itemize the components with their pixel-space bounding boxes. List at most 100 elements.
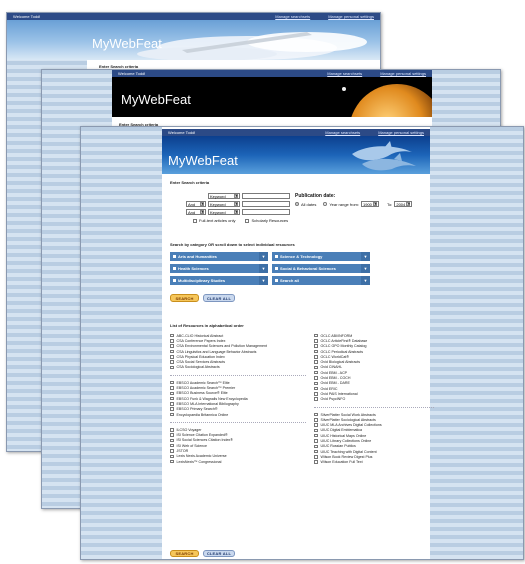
manage-settings-link[interactable]: Manage personal settings bbox=[328, 13, 374, 20]
resource-checkbox[interactable] bbox=[170, 407, 174, 411]
search-button[interactable]: SEARCH bbox=[170, 294, 199, 302]
resource-label: EBSCO Academic Search™ Premier bbox=[176, 386, 236, 391]
brand-logo[interactable]: MyWebFeat bbox=[168, 153, 238, 168]
chevron-down-icon[interactable]: ▼ bbox=[361, 264, 370, 273]
clear-all-button[interactable]: CLEAR ALL bbox=[203, 294, 235, 302]
manage-settings-link[interactable]: Manage personal settings bbox=[380, 70, 426, 77]
resource-checkbox[interactable] bbox=[314, 333, 318, 338]
year-from-select[interactable]: 1900 ▼ bbox=[361, 201, 379, 207]
category-health-sciences[interactable]: Health Sciences ▼ bbox=[170, 264, 268, 273]
resource-label: CSA Conference Papers Index bbox=[176, 338, 226, 343]
resource-label: Wilson Education Full Text bbox=[320, 460, 363, 465]
resource-checkbox[interactable] bbox=[170, 386, 174, 390]
brand-logo[interactable]: MyWebFeat bbox=[92, 36, 162, 51]
resource-checkbox[interactable] bbox=[170, 402, 174, 406]
resource-item[interactable]: Wilson Education Full Text bbox=[314, 460, 434, 465]
resource-checkbox[interactable] bbox=[170, 433, 174, 437]
manage-settings-link[interactable]: Manage personal settings bbox=[378, 129, 424, 136]
boolean-select-2[interactable]: And ▼ bbox=[186, 201, 206, 207]
category-social-behavioral[interactable]: Social & Behavioral Sciences ▼ bbox=[272, 264, 370, 273]
all-dates-radio[interactable] bbox=[295, 202, 299, 206]
resource-checkbox[interactable] bbox=[314, 428, 318, 433]
search-button-bottom[interactable]: SEARCH bbox=[170, 550, 199, 557]
category-science-technology[interactable]: Science & Technology ▼ bbox=[272, 252, 370, 261]
manage-searchsets-link[interactable]: Manage searchsets bbox=[325, 129, 360, 136]
manage-searchsets-link[interactable]: Manage searchsets bbox=[327, 70, 362, 77]
chevron-down-icon: ▼ bbox=[200, 202, 204, 206]
year-to-select[interactable]: 2004 ▼ bbox=[394, 201, 413, 207]
field-select-3[interactable]: Keyword ▼ bbox=[208, 209, 240, 215]
year-range-radio[interactable] bbox=[323, 202, 328, 206]
resource-checkbox[interactable] bbox=[170, 333, 174, 338]
welcome-text: Welcome Todd! bbox=[13, 14, 41, 19]
resource-checkbox[interactable] bbox=[170, 380, 174, 385]
category-multidisciplinary[interactable]: Multidisciplinary Studies ▼ bbox=[170, 276, 268, 285]
resource-checkbox[interactable] bbox=[170, 428, 174, 432]
resource-checkbox[interactable] bbox=[170, 349, 174, 354]
clear-all-button-bottom[interactable]: CLEAR ALL bbox=[203, 550, 235, 557]
search-input-1[interactable] bbox=[242, 193, 290, 199]
resource-item[interactable]: LexisNexis™ Congressional bbox=[170, 459, 306, 464]
resource-checkbox[interactable] bbox=[314, 433, 318, 438]
chevron-down-icon[interactable]: ▼ bbox=[259, 276, 268, 285]
resource-checkbox[interactable] bbox=[170, 365, 174, 370]
resource-checkbox[interactable] bbox=[314, 455, 318, 459]
resource-column-right: OCLC ABI/INFORM OCLC ArticleFirst® Databa… bbox=[314, 333, 434, 465]
brand-logo[interactable]: MyWebFeat bbox=[121, 92, 191, 107]
resource-checkbox[interactable] bbox=[314, 412, 318, 417]
resource-checkbox[interactable] bbox=[170, 438, 174, 443]
resource-checkbox[interactable] bbox=[170, 339, 174, 343]
resource-checkbox[interactable] bbox=[314, 386, 318, 391]
resource-checkbox[interactable] bbox=[314, 460, 318, 464]
resource-checkbox[interactable] bbox=[170, 344, 174, 348]
resource-checkbox[interactable] bbox=[170, 412, 174, 417]
resource-checkbox[interactable] bbox=[314, 392, 318, 396]
resource-checkbox[interactable] bbox=[314, 370, 318, 375]
resource-checkbox[interactable] bbox=[314, 418, 318, 422]
group-divider bbox=[170, 370, 306, 377]
resource-checkbox[interactable] bbox=[314, 381, 318, 386]
year-range-label: Year range from: bbox=[329, 201, 359, 207]
manage-searchsets-link[interactable]: Manage searchsets bbox=[275, 13, 310, 20]
resource-label: LexisNexis™ Congressional bbox=[176, 459, 222, 464]
resource-checkbox[interactable] bbox=[314, 439, 318, 443]
field-select-2[interactable]: Keyword ▼ bbox=[208, 201, 240, 207]
top-bar: Welcome Todd! Manage searchsets Manage p… bbox=[112, 70, 432, 77]
field-select-1[interactable]: Keyword ▼ bbox=[208, 193, 240, 199]
resource-checkbox[interactable] bbox=[170, 454, 174, 459]
resource-checkbox[interactable] bbox=[314, 360, 318, 364]
resource-checkbox[interactable] bbox=[170, 459, 174, 464]
search-input-3[interactable] bbox=[242, 209, 290, 215]
resource-checkbox[interactable] bbox=[170, 396, 174, 401]
resource-checkbox[interactable] bbox=[314, 355, 318, 359]
resource-label: Ovid EBM - ACP bbox=[320, 370, 348, 375]
resource-checkbox[interactable] bbox=[314, 349, 318, 354]
square-icon bbox=[173, 279, 176, 282]
resource-checkbox[interactable] bbox=[170, 360, 174, 364]
resource-checkbox[interactable] bbox=[314, 344, 318, 348]
chevron-down-icon[interactable]: ▼ bbox=[361, 252, 370, 261]
fulltext-checkbox[interactable] bbox=[193, 218, 197, 223]
resource-checkbox[interactable] bbox=[314, 397, 318, 401]
resource-label: Ovid EBM - COCH bbox=[320, 376, 351, 381]
chevron-down-icon[interactable]: ▼ bbox=[361, 276, 370, 285]
resource-checkbox[interactable] bbox=[170, 443, 174, 448]
boolean-select-3[interactable]: And ▼ bbox=[186, 209, 206, 215]
resource-checkbox[interactable] bbox=[170, 449, 174, 453]
resource-checkbox[interactable] bbox=[314, 339, 318, 343]
resource-checkbox[interactable] bbox=[314, 444, 318, 449]
resource-checkbox[interactable] bbox=[314, 376, 318, 380]
resource-checkbox[interactable] bbox=[170, 355, 174, 359]
resource-checkbox[interactable] bbox=[314, 449, 318, 454]
scholarly-checkbox[interactable] bbox=[245, 218, 250, 223]
category-search-all[interactable]: Search all ▼ bbox=[272, 276, 370, 285]
resource-label: OCLC WorldCat® bbox=[320, 354, 350, 359]
resource-checkbox[interactable] bbox=[314, 365, 318, 370]
resource-checkbox[interactable] bbox=[170, 391, 174, 396]
search-input-2[interactable] bbox=[242, 201, 290, 207]
chevron-down-icon[interactable]: ▼ bbox=[259, 252, 268, 261]
chevron-down-icon[interactable]: ▼ bbox=[259, 264, 268, 273]
resource-label: JSTOR bbox=[176, 448, 189, 453]
resource-checkbox[interactable] bbox=[314, 423, 318, 427]
category-arts-humanities[interactable]: Arts and Humanities ▼ bbox=[170, 252, 268, 261]
